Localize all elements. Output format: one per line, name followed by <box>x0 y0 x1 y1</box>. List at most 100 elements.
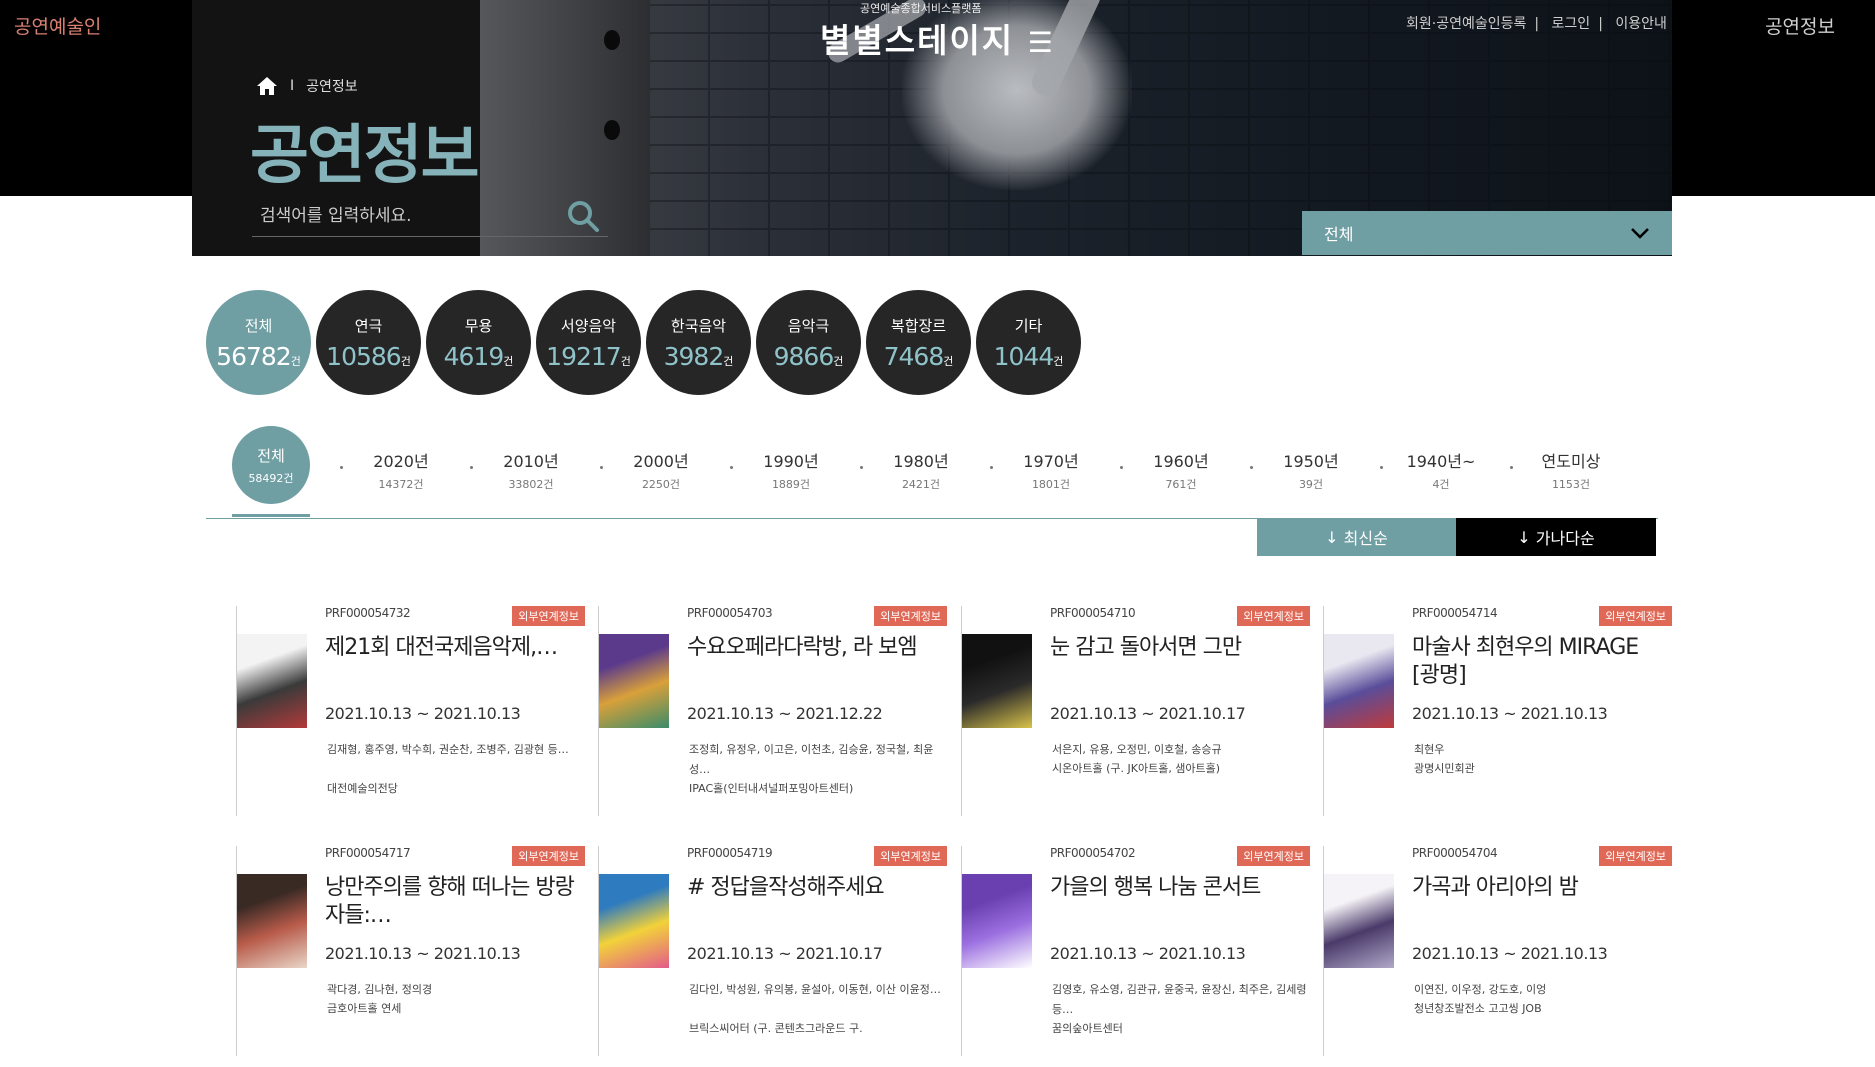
search-input[interactable] <box>252 196 608 237</box>
year-count: 33802건 <box>508 478 554 491</box>
year-count: 1801건 <box>1031 478 1071 491</box>
performance-venue: 금호아트홀 연세 <box>327 1002 402 1015</box>
site-logo[interactable]: 별별스테이지 ☰ <box>820 14 1055 62</box>
year-count: 1153건 <box>1551 478 1591 491</box>
year-2010[interactable]: 2010년 33802건 <box>476 448 586 492</box>
external-info-badge: 외부연계정보 <box>1599 846 1672 866</box>
year-count: 2250건 <box>641 478 681 491</box>
year-2000[interactable]: 2000년 2250건 <box>606 448 716 492</box>
year-1950[interactable]: 1950년 39건 <box>1256 448 1366 492</box>
breadcrumb: I 공연정보 <box>256 76 358 96</box>
year-unknown[interactable]: 연도미상 1153건 <box>1516 448 1626 492</box>
performance-title[interactable]: 가을의 행복 나눔 콘서트 <box>1050 874 1300 930</box>
year-1990[interactable]: 1990년 1889건 <box>736 448 846 492</box>
performance-title[interactable]: 눈 감고 돌아서면 그만 <box>1050 634 1300 690</box>
poster-thumbnail[interactable] <box>237 874 307 968</box>
year-1980[interactable]: 1980년 2421건 <box>866 448 976 492</box>
performance-code: PRF000054732 <box>325 606 411 620</box>
performance-title[interactable]: 낭만주의를 향해 떠나는 방랑자들:… <box>325 874 575 930</box>
year-1960[interactable]: 1960년 761건 <box>1126 448 1236 492</box>
genre-unit: 건 <box>620 354 631 368</box>
genre-all[interactable]: 전체 56782건 <box>206 290 311 395</box>
genre-name: 연극 <box>354 316 383 335</box>
performance-period: 2021.10.13 ~ 2021.10.17 <box>1050 704 1246 723</box>
sort-latest-label: 최신순 <box>1343 529 1388 548</box>
performance-title[interactable]: # 정답을작성해주세요 <box>687 874 937 930</box>
performance-card[interactable]: PRF000054732 외부연계정보 제21회 대전국제음악제,… 2021.… <box>236 606 597 816</box>
genre-count: 19217 <box>546 341 622 371</box>
top-menu-register[interactable]: 회원·공연예술인등록 <box>1406 16 1526 32</box>
performance-card[interactable]: PRF000054710 외부연계정보 눈 감고 돌아서면 그만 2021.10… <box>961 606 1322 816</box>
performance-period: 2021.10.13 ~ 2021.10.13 <box>1412 944 1608 963</box>
genre-unit: 건 <box>290 354 301 368</box>
performance-card[interactable]: PRF000054702 외부연계정보 가을의 행복 나눔 콘서트 2021.1… <box>961 846 1322 1056</box>
genre-korean-music[interactable]: 한국음악 3982건 <box>646 290 751 395</box>
performance-venue: IPAC홀(인터내셔널퍼포밍아트센터) <box>689 782 854 795</box>
poster-thumbnail[interactable] <box>1324 874 1394 968</box>
year-count: 761건 <box>1165 478 1197 491</box>
external-info-badge: 외부연계정보 <box>1599 606 1672 626</box>
year-label: 1950년 <box>1283 452 1339 471</box>
poster-thumbnail[interactable] <box>962 634 1032 728</box>
performance-period: 2021.10.13 ~ 2021.10.13 <box>325 944 521 963</box>
performance-title[interactable]: 제21회 대전국제음악제,… <box>325 634 575 690</box>
menu-icon[interactable]: ☰ <box>1028 26 1055 59</box>
search-icon[interactable] <box>565 198 601 234</box>
year-label: 연도미상 <box>1541 452 1601 471</box>
top-menu-guide[interactable]: 이용안내 <box>1615 16 1667 32</box>
top-menu-login[interactable]: 로그인 <box>1552 16 1591 32</box>
genre-theater[interactable]: 연극 10586건 <box>316 290 421 395</box>
genre-mixed[interactable]: 복합장르 7468건 <box>866 290 971 395</box>
performance-card[interactable]: PRF000054717 외부연계정보 낭만주의를 향해 떠나는 방랑자들:… … <box>236 846 597 1056</box>
year-label: 1990년 <box>763 452 819 471</box>
poster-thumbnail[interactable] <box>599 634 669 728</box>
performance-card[interactable]: PRF000054703 외부연계정보 수요오페라다락방, 라 보엠 2021.… <box>598 606 959 816</box>
genre-name: 서양음악 <box>560 316 617 335</box>
year-all[interactable]: 전체 58492건 <box>232 426 310 504</box>
year-count: 2421건 <box>901 478 941 491</box>
performance-card[interactable]: PRF000054714 외부연계정보 마술사 최현우의 MIRAGE [광명]… <box>1323 606 1684 816</box>
side-menu-performance-info[interactable]: 공연정보 <box>1765 12 1835 39</box>
year-label: 1970년 <box>1023 452 1079 471</box>
performance-cast: 김다인, 박성원, 유의봉, 윤설아, 이동현, 이산 이윤정… <box>689 983 941 996</box>
genre-name: 한국음악 <box>670 316 727 335</box>
side-menu-performer[interactable]: 공연예술인 <box>14 12 101 39</box>
sort-alpha-label: 가나다순 <box>1535 529 1595 548</box>
poster-thumbnail[interactable] <box>237 634 307 728</box>
poster-thumbnail[interactable] <box>962 874 1032 968</box>
external-info-badge: 외부연계정보 <box>1237 606 1310 626</box>
year-label: 2020년 <box>373 452 429 471</box>
genre-name: 전체 <box>244 316 273 335</box>
external-info-badge: 외부연계정보 <box>874 846 947 866</box>
home-icon[interactable] <box>256 76 278 96</box>
genre-dance[interactable]: 무용 4619건 <box>426 290 531 395</box>
performance-card[interactable]: PRF000054719 외부연계정보 # 정답을작성해주세요 2021.10.… <box>598 846 959 1056</box>
performance-code: PRF000054717 <box>325 846 411 860</box>
performance-card[interactable]: PRF000054704 외부연계정보 가곡과 아리아의 밤 2021.10.1… <box>1323 846 1684 1056</box>
genre-musical-drama[interactable]: 음악극 9866건 <box>756 290 861 395</box>
sort-alpha-button[interactable]: ↓ 가나다순 <box>1456 518 1656 556</box>
performance-venue: 시온아트홀 (구. JK아트홀, 샘아트홀) <box>1052 762 1221 775</box>
arrow-down-icon: ↓ <box>1517 527 1531 547</box>
performance-title[interactable]: 가곡과 아리아의 밤 <box>1412 874 1662 930</box>
genre-etc[interactable]: 기타 1044건 <box>976 290 1081 395</box>
performance-code: PRF000054703 <box>687 606 773 620</box>
sort-latest-button[interactable]: ↓ 최신순 <box>1257 518 1456 556</box>
year-label: 1940년~ <box>1406 452 1476 471</box>
poster-thumbnail[interactable] <box>599 874 669 968</box>
poster-thumbnail[interactable] <box>1324 634 1394 728</box>
year-2020[interactable]: 2020년 14372건 <box>346 448 456 492</box>
performance-title[interactable]: 마술사 최현우의 MIRAGE [광명] <box>1412 634 1662 690</box>
year-1970[interactable]: 1970년 1801건 <box>996 448 1106 492</box>
genre-count: 9866 <box>773 341 835 371</box>
genre-western-music[interactable]: 서양음악 19217건 <box>536 290 641 395</box>
category-select[interactable]: 전체 <box>1302 211 1672 255</box>
year-1940[interactable]: 1940년~ 4건 <box>1386 448 1496 492</box>
performance-cast: 이연진, 이우정, 강도호, 이엉 <box>1414 983 1547 996</box>
external-info-badge: 외부연계정보 <box>512 606 585 626</box>
category-select-value: 전체 <box>1324 225 1354 244</box>
performance-period: 2021.10.13 ~ 2021.10.17 <box>687 944 883 963</box>
performance-cast: 최현우 <box>1414 743 1445 756</box>
performance-title[interactable]: 수요오페라다락방, 라 보엠 <box>687 634 937 690</box>
breadcrumb-current[interactable]: 공연정보 <box>306 76 358 96</box>
